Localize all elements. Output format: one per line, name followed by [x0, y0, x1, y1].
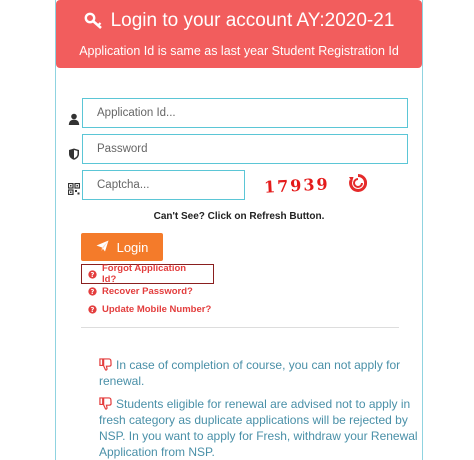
- question-circle-icon: ?: [88, 286, 97, 296]
- key-icon: [84, 12, 104, 30]
- question-circle-icon: ?: [88, 304, 97, 314]
- recover-password-link[interactable]: ? Recover Password?: [88, 282, 193, 300]
- page: Login to your account AY:2020-21 Applica…: [0, 0, 474, 460]
- thumbs-down-icon: [99, 397, 112, 410]
- cant-see-hint: Can't See? Click on Refresh Button.: [153, 211, 325, 222]
- paper-plane-icon: [96, 240, 109, 255]
- svg-text:?: ?: [91, 306, 95, 314]
- forgot-application-id-link[interactable]: ? Forgot Application Id?: [81, 263, 214, 285]
- panel-header: Login to your account AY:2020-21 Applica…: [56, 0, 422, 68]
- divider: [81, 327, 399, 328]
- refresh-captcha-button[interactable]: [348, 173, 368, 193]
- header-title-row: Login to your account AY:2020-21: [56, 9, 422, 33]
- svg-text:?: ?: [91, 271, 95, 279]
- application-id-input[interactable]: [82, 98, 408, 128]
- notice-renewal-completion: In case of completion of course, you can…: [99, 357, 419, 389]
- shield-icon: [68, 147, 80, 160]
- thumbs-down-icon: [99, 358, 112, 371]
- captcha-image: 17939: [264, 172, 342, 198]
- notice-text: In case of completion of course, you can…: [99, 358, 401, 388]
- update-mobile-number-label: Update Mobile Number?: [102, 303, 212, 315]
- question-circle-icon: ?: [88, 269, 97, 279]
- svg-text:?: ?: [91, 288, 95, 296]
- recover-password-label: Recover Password?: [102, 285, 193, 297]
- notice-text: Students eligible for renewal are advise…: [99, 397, 418, 459]
- user-icon: [68, 112, 80, 125]
- header-subtitle: Application Id is same as last year Stud…: [79, 44, 399, 58]
- update-mobile-number-link[interactable]: ? Update Mobile Number?: [88, 300, 211, 318]
- refresh-icon: [349, 173, 368, 192]
- login-button[interactable]: Login: [81, 233, 163, 261]
- page-title: Login to your account AY:2020-21: [110, 10, 395, 31]
- captcha-image-text: 17939: [263, 174, 331, 197]
- password-input[interactable]: [82, 134, 408, 164]
- qrcode-icon: [67, 182, 81, 196]
- captcha-input[interactable]: [82, 170, 245, 200]
- login-button-label: Login: [116, 239, 149, 255]
- login-panel: Login to your account AY:2020-21 Applica…: [55, 0, 423, 460]
- notice-renewal-fresh: Students eligible for renewal are advise…: [99, 396, 419, 460]
